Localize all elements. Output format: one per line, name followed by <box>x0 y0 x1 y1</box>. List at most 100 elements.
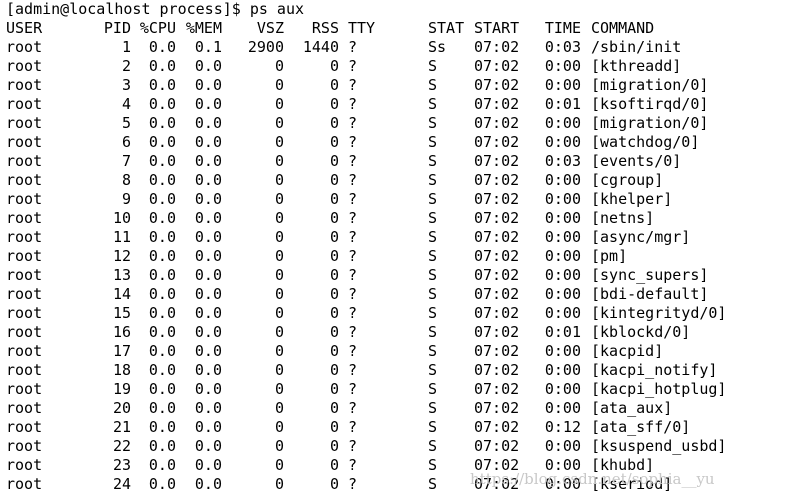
cell-tty: ? <box>348 95 358 113</box>
cell-cpu: 0.0 <box>148 437 176 455</box>
cell-tty: ? <box>348 437 358 455</box>
cell-tty: ? <box>348 456 358 474</box>
terminal-window[interactable]: [admin@localhost process]$ ps aux USER P… <box>0 0 810 499</box>
cell-command: [cgroup] <box>591 171 664 189</box>
cell-vsz: 0 <box>274 247 284 265</box>
header-time: TIME <box>544 19 581 37</box>
cell-tty: ? <box>348 76 358 94</box>
cell-cpu: 0.0 <box>148 304 176 322</box>
cell-vsz: 0 <box>274 266 284 284</box>
cell-stat: S <box>428 228 438 246</box>
cell-stat: S <box>428 114 438 132</box>
header-user: USER <box>6 19 43 37</box>
cell-start: 07:02 <box>474 475 520 493</box>
cell-user: root <box>6 475 43 493</box>
cell-tty: ? <box>348 171 358 189</box>
cell-stat: S <box>428 342 438 360</box>
cell-pid: 5 <box>121 114 131 132</box>
cell-command: [migration/0] <box>591 76 709 94</box>
header-vsz: VSZ <box>256 19 284 37</box>
cell-start: 07:02 <box>474 114 520 132</box>
cell-stat: S <box>428 361 438 379</box>
cell-vsz: 0 <box>274 95 284 113</box>
cell-vsz: 0 <box>274 209 284 227</box>
cell-stat: S <box>428 380 438 398</box>
cell-start: 07:02 <box>474 152 520 170</box>
cell-rss: 0 <box>329 247 339 265</box>
cell-cpu: 0.0 <box>148 285 176 303</box>
cell-vsz: 0 <box>274 190 284 208</box>
cell-cpu: 0.0 <box>148 95 176 113</box>
cell-rss: 0 <box>329 456 339 474</box>
table-row: root 23 0.0 0.0 0 0? S 07:02 0:00 [khubd] <box>0 456 810 475</box>
cell-time: 0:01 <box>544 95 581 113</box>
cell-user: root <box>6 190 43 208</box>
cell-command: [async/mgr] <box>591 228 691 246</box>
cell-rss: 0 <box>329 380 339 398</box>
cell-mem: 0.0 <box>194 57 222 75</box>
header-tty: TTY <box>348 19 376 37</box>
cell-tty: ? <box>348 114 358 132</box>
cell-command: [kblockd/0] <box>591 323 691 341</box>
cell-cpu: 0.0 <box>148 228 176 246</box>
cell-stat: Ss <box>428 38 447 56</box>
table-row: root 14 0.0 0.0 0 0? S 07:02 0:00 [bdi-default] <box>0 285 810 304</box>
cell-user: root <box>6 114 43 132</box>
cell-mem: 0.0 <box>194 342 222 360</box>
cell-command: [netns] <box>591 209 655 227</box>
cell-pid: 3 <box>121 76 131 94</box>
cell-user: root <box>6 266 43 284</box>
cell-start: 07:02 <box>474 285 520 303</box>
cell-user: root <box>6 285 43 303</box>
cell-stat: S <box>428 95 438 113</box>
cell-vsz: 0 <box>274 342 284 360</box>
cell-time: 0:00 <box>544 247 581 265</box>
cell-tty: ? <box>348 152 358 170</box>
cell-pid: 21 <box>112 418 131 436</box>
table-row: root 4 0.0 0.0 0 0? S 07:02 0:01 [ksoftirqd/0] <box>0 95 810 114</box>
cell-pid: 7 <box>121 152 131 170</box>
cell-rss: 0 <box>329 475 339 493</box>
cell-tty: ? <box>348 228 358 246</box>
cell-start: 07:02 <box>474 95 520 113</box>
header-cpu: %CPU <box>139 19 176 37</box>
cell-start: 07:02 <box>474 456 520 474</box>
cell-stat: S <box>428 475 438 493</box>
table-row: root 13 0.0 0.0 0 0? S 07:02 0:00 [sync_supers] <box>0 266 810 285</box>
cell-pid: 12 <box>112 247 131 265</box>
cell-cpu: 0.0 <box>148 133 176 151</box>
cell-mem: 0.0 <box>194 456 222 474</box>
cell-tty: ? <box>348 418 358 436</box>
cell-user: root <box>6 323 43 341</box>
table-row: root 1 0.0 0.1 2900 1440? Ss 07:02 0:03/sbin/ini… <box>0 38 810 57</box>
cell-command: [migration/0] <box>591 114 709 132</box>
cell-start: 07:02 <box>474 38 520 56</box>
cell-stat: S <box>428 190 438 208</box>
cell-pid: 9 <box>121 190 131 208</box>
cell-time: 0:00 <box>544 456 581 474</box>
cell-mem: 0.0 <box>194 114 222 132</box>
header-start: START <box>474 19 520 37</box>
cell-pid: 19 <box>112 380 131 398</box>
cell-tty: ? <box>348 399 358 417</box>
cell-command: [events/0] <box>591 152 682 170</box>
cell-user: root <box>6 361 43 379</box>
cell-time: 0:00 <box>544 209 581 227</box>
cell-pid: 14 <box>112 285 131 303</box>
cell-rss: 0 <box>329 266 339 284</box>
table-row: root 8 0.0 0.0 0 0? S 07:02 0:00 [cgroup] <box>0 171 810 190</box>
cell-time: 0:00 <box>544 114 581 132</box>
cell-vsz: 0 <box>274 228 284 246</box>
cell-user: root <box>6 380 43 398</box>
table-row: root 9 0.0 0.0 0 0? S 07:02 0:00 [khelper] <box>0 190 810 209</box>
cell-pid: 4 <box>121 95 131 113</box>
cell-pid: 20 <box>112 399 131 417</box>
cell-command: [pm] <box>591 247 628 265</box>
cell-time: 0:00 <box>544 228 581 246</box>
cell-command: [kacpi_notify] <box>591 361 718 379</box>
cell-start: 07:02 <box>474 304 520 322</box>
cell-tty: ? <box>348 209 358 227</box>
cell-pid: 22 <box>112 437 131 455</box>
cell-tty: ? <box>348 57 358 75</box>
cell-vsz: 0 <box>274 380 284 398</box>
